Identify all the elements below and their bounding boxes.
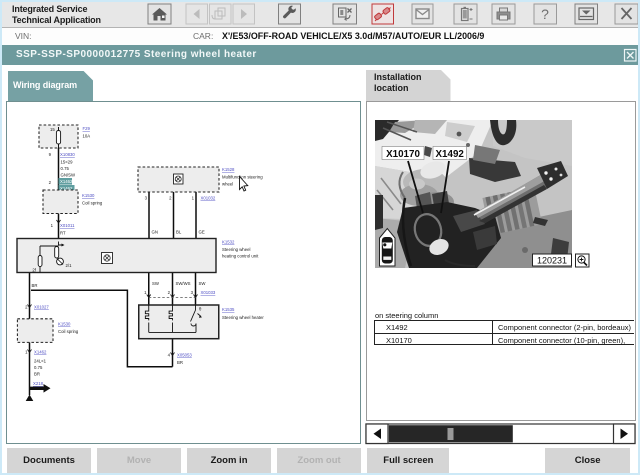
svg-text:K1532: K1532 <box>222 240 235 245</box>
svg-text:GN: GN <box>152 230 158 235</box>
svg-text:15<29: 15<29 <box>61 160 74 165</box>
svg-text:3: 3 <box>145 196 148 201</box>
svg-text:X1492: X1492 <box>436 149 465 160</box>
svg-text:X01032: X01032 <box>201 196 216 201</box>
svg-text:K1530: K1530 <box>58 322 71 327</box>
svg-text:BR: BR <box>34 372 40 377</box>
svg-text:Coil spring: Coil spring <box>82 201 103 206</box>
svg-text:BR: BR <box>32 283 38 288</box>
svg-text:SW: SW <box>199 281 207 286</box>
svg-text:X01033: X01033 <box>201 290 216 295</box>
svg-text:SW: SW <box>152 281 160 286</box>
svg-text:SW/WS: SW/WS <box>176 281 191 286</box>
svg-text:Steering wheel heater: Steering wheel heater <box>222 315 264 320</box>
svg-text:BR: BR <box>177 360 183 365</box>
svg-text:1: 1 <box>192 196 195 201</box>
svg-text:K1530: K1530 <box>82 193 95 198</box>
svg-text:X01011: X01011 <box>60 223 75 228</box>
svg-text:X01027: X01027 <box>34 305 49 310</box>
svg-text:3: 3 <box>191 290 194 295</box>
svg-text:1: 1 <box>51 223 54 228</box>
svg-text:2: 2 <box>169 196 172 201</box>
svg-text:15: 15 <box>50 127 55 132</box>
svg-text:heating control unit: heating control unit <box>222 254 259 259</box>
svg-text:Coil spring: Coil spring <box>58 329 79 334</box>
svg-text:X1462: X1462 <box>34 350 47 355</box>
svg-text:?: ? <box>541 6 549 22</box>
svg-text:120231: 120231 <box>537 256 567 266</box>
svg-text:BL: BL <box>176 230 182 235</box>
svg-text:1: 1 <box>144 290 147 295</box>
svg-text:2: 2 <box>168 290 171 295</box>
svg-text:2: 2 <box>49 180 52 185</box>
svg-text:2/1: 2/1 <box>66 263 73 268</box>
svg-text:K1528: K1528 <box>222 167 235 172</box>
svg-text:Steering wheel: Steering wheel <box>222 247 250 252</box>
svg-text:Multifunction steering: Multifunction steering <box>222 175 263 180</box>
svg-text:X218: X218 <box>33 381 44 386</box>
svg-text:24L<1: 24L<1 <box>34 359 47 364</box>
svg-text:X05053: X05053 <box>177 353 192 358</box>
svg-text:X1462: X1462 <box>60 179 73 184</box>
svg-text:RT: RT <box>60 231 66 236</box>
svg-text:10A: 10A <box>83 134 91 139</box>
svg-text:wheel: wheel <box>222 182 233 187</box>
svg-text:0.75: 0.75 <box>34 365 43 370</box>
svg-text:GN/SW: GN/SW <box>61 173 77 178</box>
svg-text:F29: F29 <box>83 126 91 131</box>
svg-text:K1535: K1535 <box>222 307 235 312</box>
svg-text:GE: GE <box>199 230 205 235</box>
svg-text:0.75: 0.75 <box>61 166 70 171</box>
svg-text:4: 4 <box>168 353 171 358</box>
svg-text:X10170: X10170 <box>386 149 420 160</box>
svg-text:X10830: X10830 <box>60 152 75 157</box>
svg-text:9: 9 <box>49 152 52 157</box>
